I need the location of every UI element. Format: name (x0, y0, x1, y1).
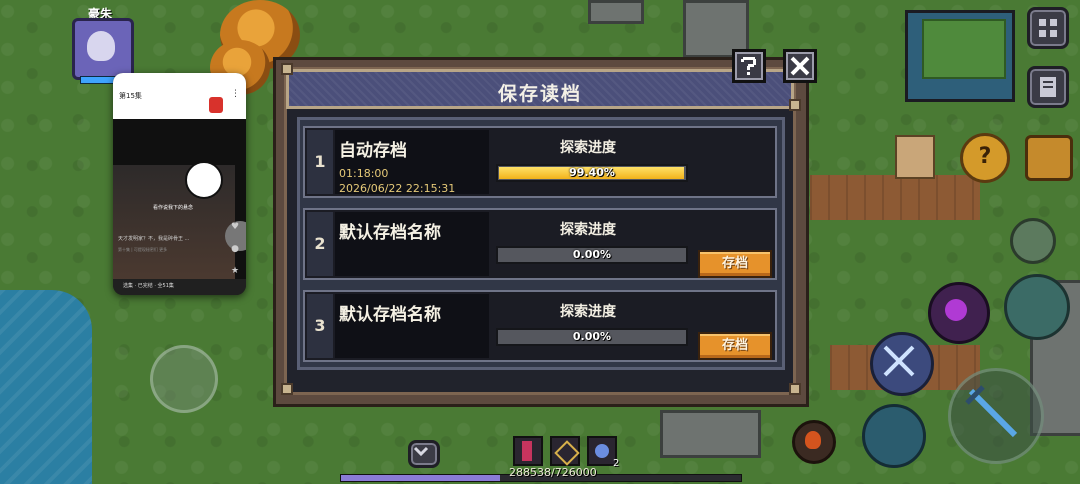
stone-wall (660, 410, 761, 458)
crossed-swords-button[interactable] (870, 332, 934, 396)
slot-number: 2 (307, 212, 333, 276)
app-logo-icon (209, 97, 223, 113)
red-crystal-icon (522, 441, 532, 461)
comment-icon[interactable]: ● (230, 245, 240, 254)
like-icon[interactable]: ♥ (230, 223, 240, 232)
chevron-down-icon (413, 446, 429, 457)
treasure-chest-icon[interactable] (1025, 135, 1073, 181)
skill-slot-2[interactable] (550, 436, 580, 466)
frame-stud (281, 383, 293, 395)
save-slot-3[interactable]: 3 默认存档名称 探索进度 0.00% 存档 (303, 290, 777, 362)
minimap-terrain (922, 19, 1006, 79)
progress-text: 99.40% (569, 166, 615, 179)
crossed-swords-icon (883, 345, 915, 377)
save-button[interactable]: 存档 (698, 332, 772, 360)
slot-info: 默认存档名称 (335, 294, 489, 358)
close-icon (790, 56, 810, 76)
attack-button[interactable] (948, 368, 1044, 464)
dialog-title-bar: 保存读档 (286, 69, 794, 109)
potion-icon (805, 431, 821, 449)
save-slot-1[interactable]: 1 自动存档 01:18:00 2026/06/22 22:15:31 探索进度… (303, 126, 777, 198)
player-name: 豪朱 (88, 7, 113, 21)
frame-stud (281, 63, 293, 75)
video-description: 天才发明家？不，我是碎骨王 ... (118, 236, 190, 242)
slot-info: 默认存档名称 (335, 212, 489, 276)
skill-slot[interactable] (1010, 218, 1056, 264)
book-icon (1040, 77, 1056, 97)
stone-wall (588, 0, 644, 24)
expand-button[interactable] (408, 440, 440, 468)
grid-icon (1039, 19, 1057, 37)
journal-button[interactable] (1027, 66, 1069, 108)
progress-bar: 99.40% (496, 164, 688, 182)
frame-stud (789, 383, 801, 395)
slot-play-time: 01:18:00 (339, 167, 389, 180)
dirt-path (810, 175, 980, 220)
episode-label: 第15集 (119, 92, 142, 100)
minimap[interactable] (905, 10, 1015, 102)
panda-sticker-icon (185, 161, 223, 199)
favorite-icon[interactable]: ★ (230, 267, 240, 276)
progress-label: 探索进度 (560, 222, 616, 238)
slot-number: 3 (307, 294, 333, 358)
slot-save-date: 2026/06/22 22:15:31 (339, 182, 456, 195)
sword-icon (965, 385, 1018, 438)
slot-name: 默认存档名称 (339, 223, 441, 243)
skill-count: 2 (613, 458, 620, 469)
frost-skill-button[interactable] (862, 404, 926, 468)
slot-name: 默认存档名称 (339, 305, 441, 325)
scroll-icon (895, 135, 935, 179)
xp-bar-fill (341, 475, 500, 481)
close-button[interactable] (783, 49, 817, 83)
spirit-skill-button[interactable] (1004, 274, 1070, 340)
more-icon[interactable]: ⋮ (231, 89, 240, 99)
video-subline: 第十集 | 可提现秘密们 更多 (118, 247, 168, 252)
progress-text: 0.00% (572, 248, 612, 261)
menu-button[interactable] (1027, 7, 1069, 49)
help-button[interactable] (732, 49, 766, 83)
water-pond (0, 290, 92, 484)
dagger-icon (554, 440, 580, 466)
dialog-title: 保存读档 (497, 83, 582, 105)
player-avatar[interactable] (72, 18, 134, 80)
progress-label: 探索进度 (560, 140, 616, 156)
joystick[interactable] (150, 345, 218, 413)
potion-button[interactable] (792, 420, 836, 464)
xp-text: 288538/726000 (509, 466, 597, 479)
star-burst-icon (595, 444, 609, 458)
progress-text: 0.00% (572, 330, 612, 343)
dark-orb-icon (945, 299, 967, 321)
save-button[interactable]: 存档 (698, 250, 772, 278)
episode-selector-label: 选集 · 已完结 · 全51集 (123, 283, 174, 289)
avatar-face (87, 31, 115, 61)
quest-button[interactable]: ? (960, 133, 1010, 183)
video-caption: 看作说我下的悬念 (153, 205, 194, 211)
slot-info: 自动存档 01:18:00 2026/06/22 22:15:31 (335, 130, 489, 195)
question-icon: ? (978, 144, 992, 169)
frame-stud (789, 99, 801, 111)
video-overlay[interactable]: 第15集 ⋮ 看作说我下的悬念 ♥ ● ★ 天才发明家？不，我是碎骨王 ... … (113, 73, 246, 295)
episode-selector[interactable]: 选集 · 已完结 · 全51集 (113, 279, 246, 295)
progress-bar: 0.00% (496, 328, 688, 346)
progress-label: 探索进度 (560, 304, 616, 320)
purple-skill-button[interactable] (928, 282, 990, 344)
slot-name: 自动存档 (339, 141, 407, 161)
question-mark-icon (741, 57, 756, 75)
skill-slot-1[interactable] (513, 436, 543, 466)
slot-number: 1 (307, 130, 333, 194)
progress-bar: 0.00% (496, 246, 688, 264)
save-slot-2[interactable]: 2 默认存档名称 探索进度 0.00% 存档 (303, 208, 777, 280)
